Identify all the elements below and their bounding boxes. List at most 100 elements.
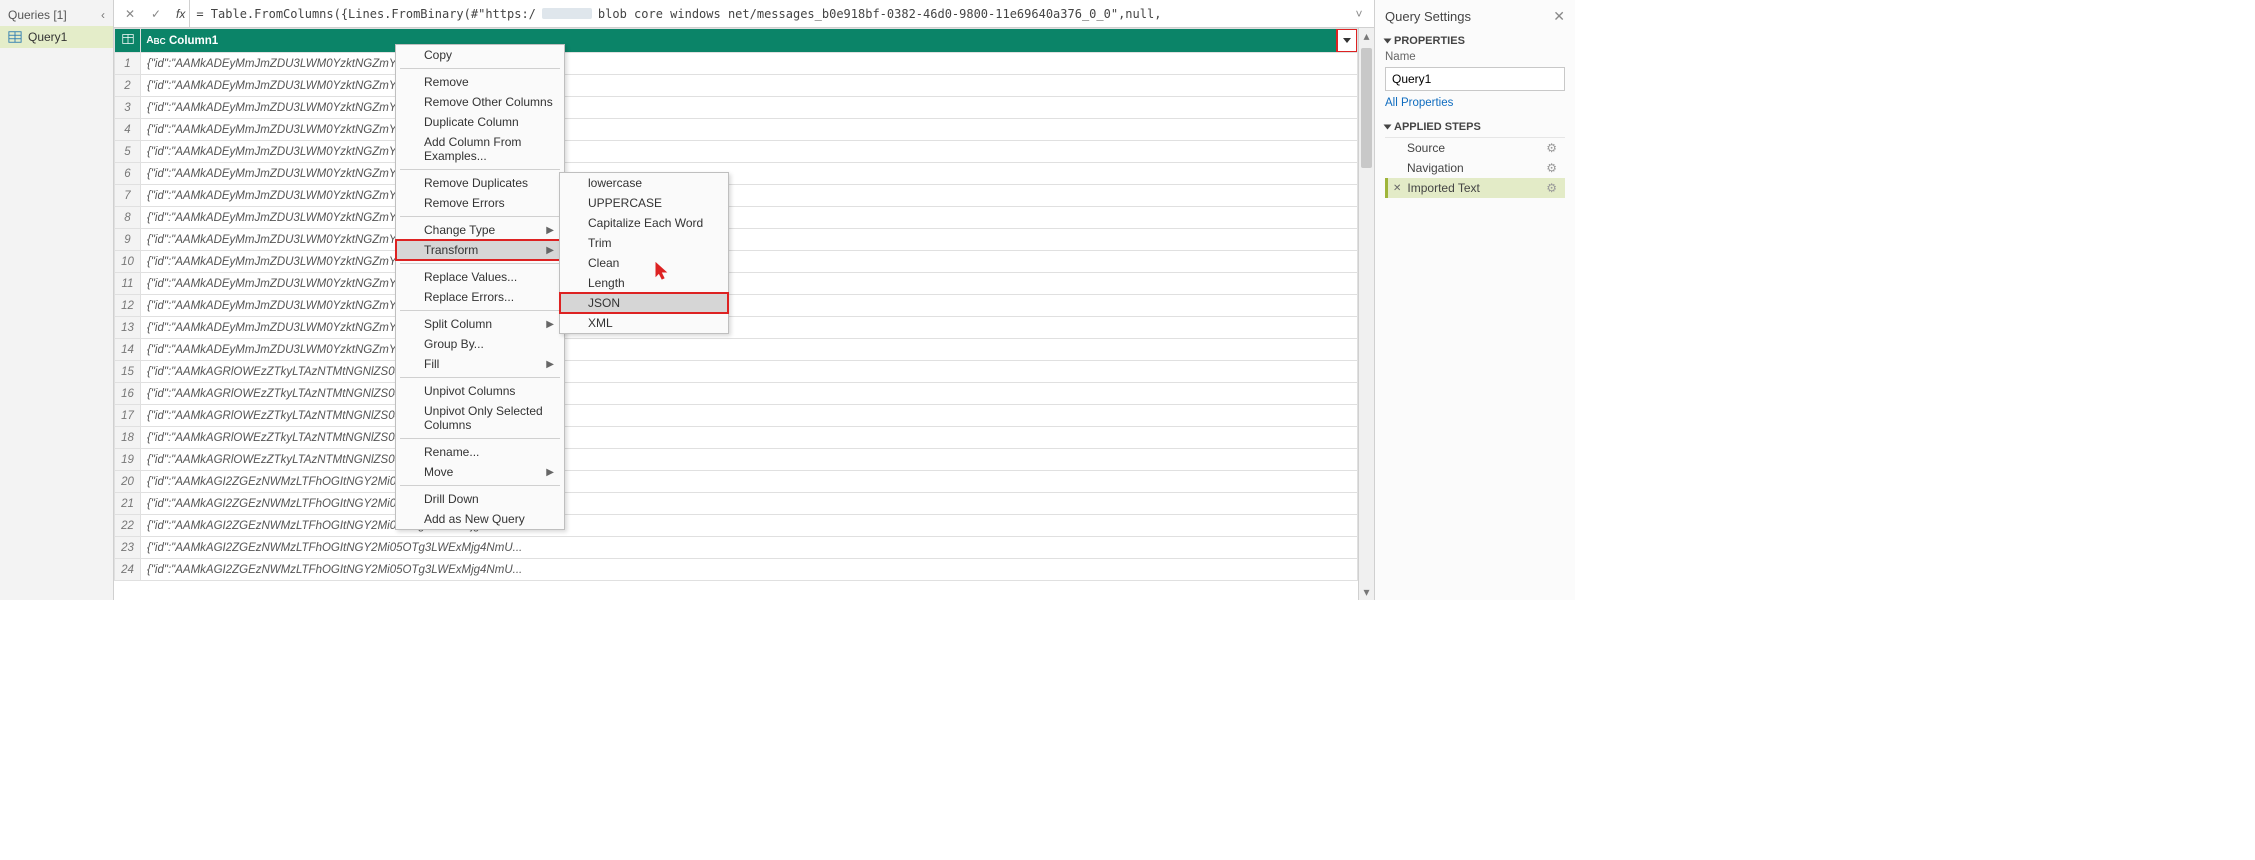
cell-value[interactable]: {"id":"AAMkADEyMmJmZDU3LWM0YzktNGZmYS1hN… [141,295,1358,317]
row-number[interactable]: 20 [115,471,141,493]
cell-value[interactable]: {"id":"AAMkAGI2ZGEzNWMzLTFhOGItNGY2Mi05O… [141,559,1358,581]
cell-value[interactable]: {"id":"AAMkADEyMmJmZDU3LWM0YzktNGZmYS1hN… [141,119,1358,141]
menu-item-unpivot-only-selected-columns[interactable]: Unpivot Only Selected Columns [396,401,564,435]
menu-item-split-column[interactable]: Split Column▶ [396,314,564,334]
close-settings-icon[interactable]: ✕ [1553,8,1565,25]
submenu-item-trim[interactable]: Trim [560,233,728,253]
scroll-up-icon[interactable]: ▴ [1359,28,1374,44]
menu-item-replace-errors[interactable]: Replace Errors... [396,287,564,307]
confirm-formula-icon[interactable]: ✓ [146,4,166,24]
applied-step[interactable]: Navigation⚙ [1385,158,1565,178]
row-number[interactable]: 2 [115,75,141,97]
table-row[interactable]: 10{"id":"AAMkADEyMmJmZDU3LWM0YzktNGZmYS1… [115,251,1358,273]
table-row[interactable]: 4{"id":"AAMkADEyMmJmZDU3LWM0YzktNGZmYS1h… [115,119,1358,141]
table-row[interactable]: 14{"id":"AAMkADEyMmJmZDU3LWM0YzktNGZmYS1… [115,339,1358,361]
row-number[interactable]: 6 [115,163,141,185]
row-number[interactable]: 18 [115,427,141,449]
submenu-item-length[interactable]: Length [560,273,728,293]
cell-value[interactable]: {"id":"AAMkADEyMmJmZDU3LWM0YzktNGZmYS1hN… [141,53,1358,75]
row-number[interactable]: 16 [115,383,141,405]
formula-input[interactable]: = Table.FromColumns({Lines.FromBinary(#"… [196,7,1344,21]
menu-item-remove-duplicates[interactable]: Remove Duplicates [396,173,564,193]
table-row[interactable]: 24{"id":"AAMkAGI2ZGEzNWMzLTFhOGItNGY2Mi0… [115,559,1358,581]
row-number[interactable]: 24 [115,559,141,581]
cell-value[interactable]: {"id":"AAMkADEyMmJmZDU3LWM0YzktNGZmYS1hN… [141,273,1358,295]
column-type-icon[interactable]: ABC [147,33,165,49]
row-number[interactable]: 10 [115,251,141,273]
row-number[interactable]: 23 [115,537,141,559]
submenu-item-json[interactable]: JSON [560,293,728,313]
row-number[interactable]: 4 [115,119,141,141]
row-number[interactable]: 11 [115,273,141,295]
cell-value[interactable]: {"id":"AAMkADEyMmJmZDU3LWM0YzktNGZmYS1hN… [141,229,1358,251]
menu-item-remove-other-columns[interactable]: Remove Other Columns [396,92,564,112]
table-row[interactable]: 15{"id":"AAMkAGRlOWEzZTkyLTAzNTMtNGNlZS0… [115,361,1358,383]
menu-item-move[interactable]: Move▶ [396,462,564,482]
menu-item-transform[interactable]: Transform▶ [396,240,564,260]
row-number[interactable]: 3 [115,97,141,119]
cell-value[interactable]: {"id":"AAMkAGRlOWEzZTkyLTAzNTMtNGNlZS04Y… [141,361,1358,383]
table-row[interactable]: 8{"id":"AAMkADEyMmJmZDU3LWM0YzktNGZmYS1h… [115,207,1358,229]
menu-item-change-type[interactable]: Change Type▶ [396,220,564,240]
row-number[interactable]: 9 [115,229,141,251]
submenu-item-uppercase[interactable]: UPPERCASE [560,193,728,213]
gear-icon[interactable]: ⚙ [1546,161,1557,175]
submenu-item-xml[interactable]: XML [560,313,728,333]
scroll-thumb[interactable] [1361,48,1372,168]
row-number[interactable]: 15 [115,361,141,383]
properties-section-header[interactable]: PROPERTIES [1385,35,1565,47]
row-number[interactable]: 1 [115,53,141,75]
menu-item-fill[interactable]: Fill▶ [396,354,564,374]
menu-item-replace-values[interactable]: Replace Values... [396,267,564,287]
table-row[interactable]: 23{"id":"AAMkAGI2ZGEzNWMzLTFhOGItNGY2Mi0… [115,537,1358,559]
applied-step[interactable]: Source⚙ [1385,138,1565,158]
row-number[interactable]: 17 [115,405,141,427]
column-header-column1[interactable]: ABC Column1 [141,29,1358,53]
table-row[interactable]: 1{"id":"AAMkADEyMmJmZDU3LWM0YzktNGZmYS1h… [115,53,1358,75]
menu-item-group-by[interactable]: Group By... [396,334,564,354]
expand-formula-icon[interactable]: ˅ [1350,7,1368,21]
table-row[interactable]: 20{"id":"AAMkAGI2ZGEzNWMzLTFhOGItNGY2Mi0… [115,471,1358,493]
table-row[interactable]: 5{"id":"AAMkADEyMmJmZDU3LWM0YzktNGZmYS1h… [115,141,1358,163]
table-row[interactable]: 21{"id":"AAMkAGI2ZGEzNWMzLTFhOGItNGY2Mi0… [115,493,1358,515]
cancel-formula-icon[interactable]: ✕ [120,4,140,24]
cell-value[interactable]: {"id":"AAMkAGRlOWEzZTkyLTAzNTMtNGNlZS04Y… [141,405,1358,427]
menu-item-copy[interactable]: Copy [396,45,564,65]
cell-value[interactable]: {"id":"AAMkADEyMmJmZDU3LWM0YzktNGZmYS1hN… [141,251,1358,273]
table-row[interactable]: 6{"id":"AAMkADEyMmJmZDU3LWM0YzktNGZmYS1h… [115,163,1358,185]
cell-value[interactable]: {"id":"AAMkADEyMmJmZDU3LWM0YzktNGZmYS1hN… [141,141,1358,163]
row-number[interactable]: 21 [115,493,141,515]
cell-value[interactable]: {"id":"AAMkADEyMmJmZDU3LWM0YzktNGZmYS1hN… [141,317,1358,339]
row-number[interactable]: 8 [115,207,141,229]
row-number[interactable]: 19 [115,449,141,471]
cell-value[interactable]: {"id":"AAMkAGI2ZGEzNWMzLTFhOGItNGY2Mi05O… [141,515,1358,537]
cell-value[interactable]: {"id":"AAMkADEyMmJmZDU3LWM0YzktNGZmYS1hN… [141,163,1358,185]
table-row[interactable]: 9{"id":"AAMkADEyMmJmZDU3LWM0YzktNGZmYS1h… [115,229,1358,251]
table-row[interactable]: 13{"id":"AAMkADEyMmJmZDU3LWM0YzktNGZmYS1… [115,317,1358,339]
cell-value[interactable]: {"id":"AAMkAGI2ZGEzNWMzLTFhOGItNGY2Mi05O… [141,537,1358,559]
submenu-item-capitalize-each-word[interactable]: Capitalize Each Word [560,213,728,233]
fx-label[interactable]: fx [172,0,190,27]
menu-item-add-as-new-query[interactable]: Add as New Query [396,509,564,529]
table-row[interactable]: 2{"id":"AAMkADEyMmJmZDU3LWM0YzktNGZmYS1h… [115,75,1358,97]
vertical-scrollbar[interactable]: ▴ ▾ [1358,28,1374,600]
table-row[interactable]: 19{"id":"AAMkAGRlOWEzZTkyLTAzNTMtNGNlZS0… [115,449,1358,471]
delete-step-icon[interactable]: ✕ [1393,183,1401,194]
cell-value[interactable]: {"id":"AAMkADEyMmJmZDU3LWM0YzktNGZmYS1hN… [141,75,1358,97]
gear-icon[interactable]: ⚙ [1546,141,1557,155]
table-row[interactable]: 11{"id":"AAMkADEyMmJmZDU3LWM0YzktNGZmYS1… [115,273,1358,295]
table-row[interactable]: 7{"id":"AAMkADEyMmJmZDU3LWM0YzktNGZmYS1h… [115,185,1358,207]
table-row[interactable]: 12{"id":"AAMkADEyMmJmZDU3LWM0YzktNGZmYS1… [115,295,1358,317]
table-row[interactable]: 22{"id":"AAMkAGI2ZGEzNWMzLTFhOGItNGY2Mi0… [115,515,1358,537]
gear-icon[interactable]: ⚙ [1546,181,1557,195]
collapse-queries-icon[interactable]: ‹ [101,8,105,22]
all-properties-link[interactable]: All Properties [1385,97,1565,109]
table-row[interactable]: 3{"id":"AAMkADEyMmJmZDU3LWM0YzktNGZmYS1h… [115,97,1358,119]
menu-item-add-column-from-examples[interactable]: Add Column From Examples... [396,132,564,166]
menu-item-duplicate-column[interactable]: Duplicate Column [396,112,564,132]
menu-item-rename[interactable]: Rename... [396,442,564,462]
applied-steps-header[interactable]: APPLIED STEPS [1385,121,1565,133]
query-name-input[interactable] [1385,67,1565,91]
cell-value[interactable]: {"id":"AAMkAGI2ZGEzNWMzLTFhOGItNGY2Mi05O… [141,493,1358,515]
cell-value[interactable]: {"id":"AAMkAGRlOWEzZTkyLTAzNTMtNGNlZS04Y… [141,383,1358,405]
